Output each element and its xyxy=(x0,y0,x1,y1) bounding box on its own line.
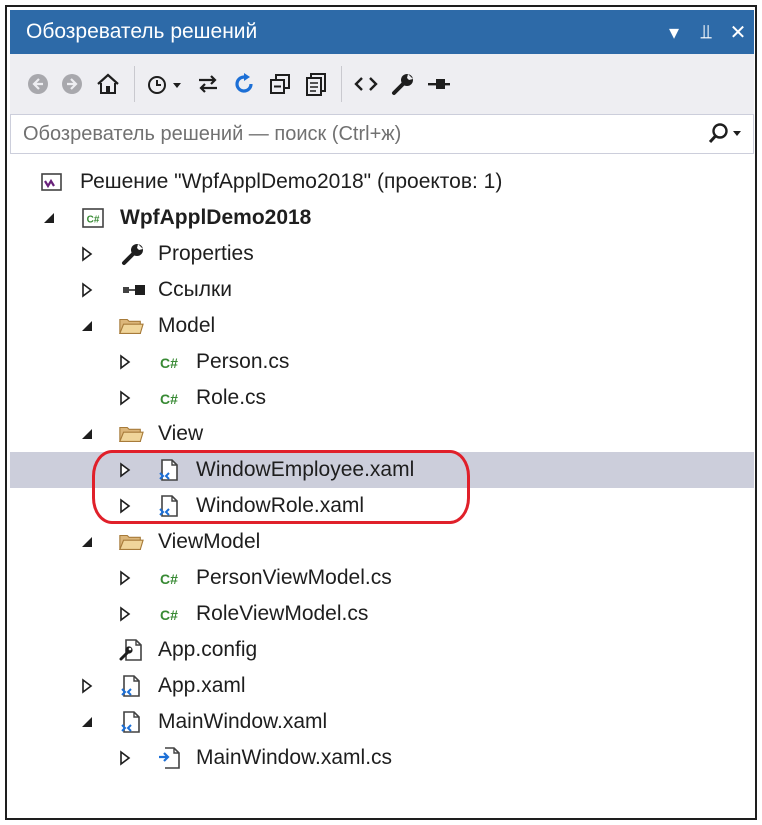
open-folder-icon xyxy=(118,313,144,339)
open-folder-icon xyxy=(118,421,144,447)
person-cs-label: Person.cs xyxy=(196,350,290,373)
tree-item-app-config[interactable]: App.config xyxy=(10,632,754,668)
xaml-file-icon xyxy=(156,457,182,483)
csharp-file-icon: C# xyxy=(156,349,182,375)
svg-text:C#: C# xyxy=(160,571,178,587)
svg-text:C#: C# xyxy=(160,391,178,407)
tree-item-viewmodel-folder[interactable]: ViewModel xyxy=(10,524,754,560)
tree-item-person-viewmodel-cs[interactable]: C# PersonViewModel.cs xyxy=(10,560,754,596)
collapsed-arrow-icon[interactable] xyxy=(118,749,132,767)
collapse-all-icon[interactable] xyxy=(265,64,295,104)
role-cs-label: Role.cs xyxy=(196,386,267,409)
collapsed-arrow-icon[interactable] xyxy=(80,677,94,695)
tree-item-main-window-xaml[interactable]: MainWindow.xaml xyxy=(10,704,754,740)
view-code-icon[interactable] xyxy=(350,64,382,104)
close-icon[interactable]: ✕ xyxy=(722,10,754,54)
properties-wrench-icon[interactable] xyxy=(388,64,418,104)
csharp-file-icon: C# xyxy=(156,601,182,627)
solution-label: Решение "WpfApplDemo2018" (проектов: 1) xyxy=(80,170,503,193)
collapsed-arrow-icon[interactable] xyxy=(118,353,132,371)
viewmodel-folder-label: ViewModel xyxy=(158,530,261,553)
pending-changes-filter-icon[interactable] xyxy=(143,64,187,104)
person-viewmodel-label: PersonViewModel.cs xyxy=(196,566,392,589)
collapsed-arrow-icon[interactable] xyxy=(118,569,132,587)
preview-selected-items-icon[interactable] xyxy=(424,64,454,104)
window-employee-label: WindowEmployee.xaml xyxy=(196,458,415,481)
wrench-icon xyxy=(120,241,146,267)
references-icon xyxy=(120,277,146,303)
csharp-file-icon: C# xyxy=(156,565,182,591)
solution-tree: Решение "WpfApplDemo2018" (проектов: 1) … xyxy=(10,164,754,776)
show-all-files-icon[interactable] xyxy=(301,64,331,104)
code-behind-file-icon xyxy=(156,745,182,771)
tree-item-person-cs[interactable]: C# Person.cs xyxy=(10,344,754,380)
svg-text:C#: C# xyxy=(160,355,178,371)
toolbar xyxy=(10,54,754,114)
back-icon[interactable] xyxy=(24,64,52,104)
tree-item-role-cs[interactable]: C# Role.cs xyxy=(10,380,754,416)
forward-icon[interactable] xyxy=(58,64,86,104)
svg-text:C#: C# xyxy=(160,607,178,623)
collapsed-arrow-icon[interactable] xyxy=(118,389,132,407)
refresh-icon[interactable] xyxy=(229,64,259,104)
toolbar-separator xyxy=(134,66,135,102)
project-label: WpfApplDemo2018 xyxy=(120,206,312,229)
view-folder-label: View xyxy=(158,422,204,445)
collapsed-arrow-icon[interactable] xyxy=(80,281,94,299)
collapsed-arrow-icon[interactable] xyxy=(118,497,132,515)
svg-text:C#: C# xyxy=(87,215,100,226)
title-bar: Обозреватель решений ▾ ⫫ ✕ xyxy=(10,10,754,54)
main-window-label: MainWindow.xaml xyxy=(158,710,328,733)
tree-item-main-window-xaml-cs[interactable]: MainWindow.xaml.cs xyxy=(10,740,754,776)
tree-item-app-xaml[interactable]: App.xaml xyxy=(10,668,754,704)
app-config-label: App.config xyxy=(158,638,258,661)
search-input[interactable] xyxy=(11,115,697,153)
csharp-project-icon: C# xyxy=(80,205,106,231)
tree-item-window-role-xaml[interactable]: WindowRole.xaml xyxy=(10,488,754,524)
role-viewmodel-label: RoleViewModel.cs xyxy=(196,602,369,625)
home-icon[interactable] xyxy=(92,64,124,104)
window-position-dropdown-icon[interactable]: ▾ xyxy=(658,10,690,54)
collapsed-arrow-icon[interactable] xyxy=(118,605,132,623)
app-xaml-label: App.xaml xyxy=(158,674,246,697)
csharp-file-icon: C# xyxy=(156,385,182,411)
tree-item-solution[interactable]: Решение "WpfApplDemo2018" (проектов: 1) xyxy=(10,164,754,200)
expanded-arrow-icon[interactable] xyxy=(80,317,94,335)
visual-studio-solution-icon xyxy=(38,169,64,195)
main-window-cs-label: MainWindow.xaml.cs xyxy=(196,746,393,769)
expanded-arrow-icon[interactable] xyxy=(80,425,94,443)
toolbar-separator xyxy=(341,66,342,102)
tree-item-model-folder[interactable]: Model xyxy=(10,308,754,344)
panel-title: Обозреватель решений xyxy=(26,20,258,43)
tree-item-properties[interactable]: Properties xyxy=(10,236,754,272)
config-file-icon xyxy=(118,637,144,663)
collapsed-arrow-icon[interactable] xyxy=(118,461,132,479)
tree-item-role-viewmodel-cs[interactable]: C# RoleViewModel.cs xyxy=(10,596,754,632)
xaml-file-icon xyxy=(156,493,182,519)
model-folder-label: Model xyxy=(158,314,216,337)
window-role-label: WindowRole.xaml xyxy=(196,494,365,517)
expanded-arrow-icon[interactable] xyxy=(80,713,94,731)
tree-item-project[interactable]: C# WpfApplDemo2018 xyxy=(10,200,754,236)
properties-label: Properties xyxy=(158,242,254,265)
pin-icon[interactable]: ⫫ xyxy=(690,10,722,54)
xaml-file-icon xyxy=(118,673,144,699)
sync-with-active-document-icon[interactable] xyxy=(193,64,223,104)
tree-item-references[interactable]: Ссылки xyxy=(10,272,754,308)
open-folder-icon xyxy=(118,529,144,555)
xaml-file-icon xyxy=(118,709,144,735)
search-icon[interactable] xyxy=(697,115,753,153)
tree-item-window-employee-xaml[interactable]: WindowEmployee.xaml xyxy=(10,452,754,488)
tree-item-view-folder[interactable]: View xyxy=(10,416,754,452)
collapsed-arrow-icon[interactable] xyxy=(80,245,94,263)
expanded-arrow-icon[interactable] xyxy=(80,533,94,551)
references-label: Ссылки xyxy=(158,278,232,301)
search-bar xyxy=(10,114,754,154)
expanded-arrow-icon[interactable] xyxy=(42,209,56,227)
